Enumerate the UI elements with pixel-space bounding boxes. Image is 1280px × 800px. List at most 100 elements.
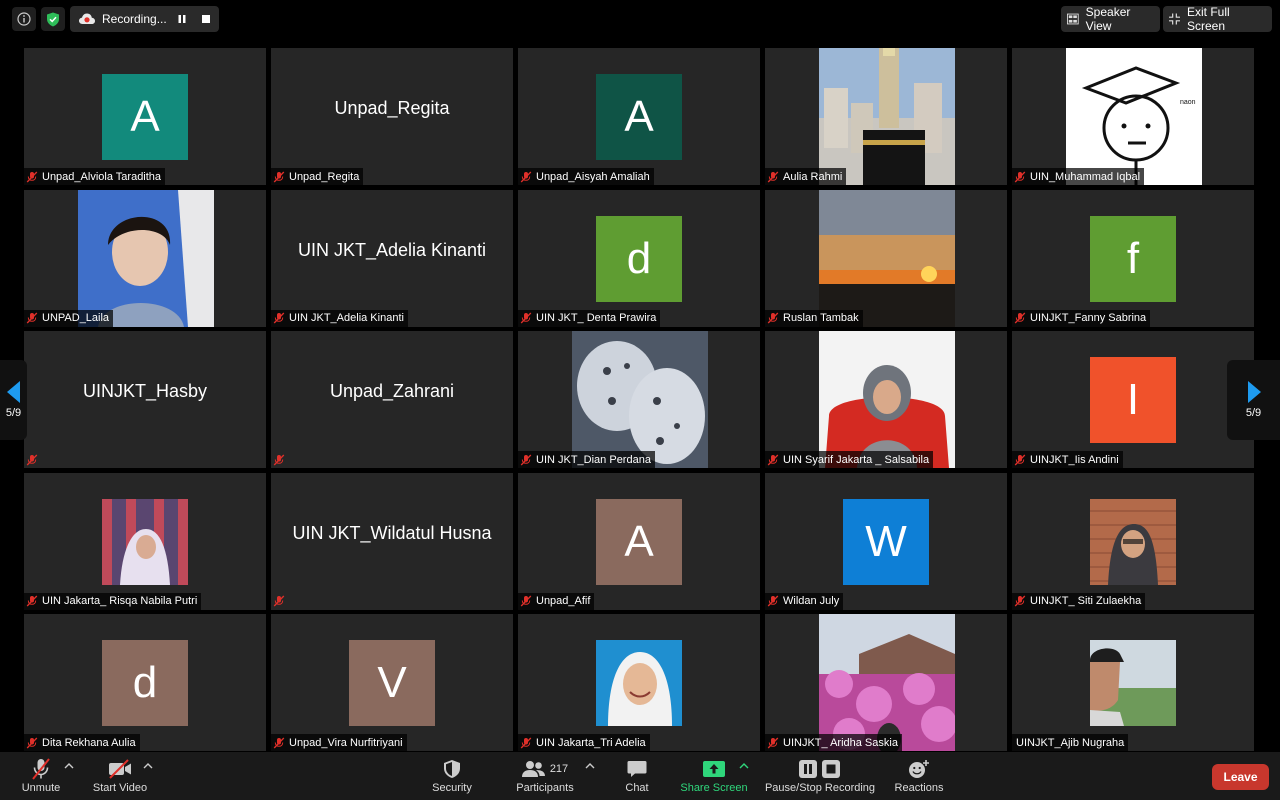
security-button[interactable]: Security — [428, 756, 476, 798]
pause-recording-button[interactable] — [176, 13, 188, 25]
participant-name: UIN JKT_Dian Perdana — [536, 453, 651, 466]
participant-name-label — [271, 593, 293, 610]
security-label: Security — [432, 782, 472, 794]
participant-name-label: Ruslan Tambak — [765, 309, 863, 327]
encryption-shield-button[interactable] — [41, 7, 65, 31]
muted-mic-icon — [26, 312, 38, 324]
participant-name-label: Unpad_Regita — [271, 168, 364, 185]
participant-name-label: Unpad_Aisyah Amaliah — [518, 168, 654, 185]
participant-tile[interactable]: UINJKT_Hasby — [24, 331, 266, 468]
participant-name-label: Unpad_Vira Nurfitriyani — [271, 734, 407, 751]
participant-tile[interactable]: Aulia Rahmi — [765, 48, 1007, 185]
participant-tile[interactable]: UINJKT_Ajib Nugraha — [1012, 614, 1254, 751]
participant-tile[interactable]: UIN Jakarta_Tri Adelia — [518, 614, 760, 751]
participant-name-label: UIN Jakarta_ Risqa Nabila Putri — [24, 592, 202, 610]
reactions-button[interactable]: Reactions — [893, 756, 945, 798]
stop-recording-button[interactable] — [200, 13, 212, 25]
grid-view-icon — [1067, 13, 1079, 25]
participant-tile[interactable]: d Dita Rekhana Aulia — [24, 614, 266, 751]
participant-display-name: UIN JKT_Adelia Kinanti — [297, 239, 487, 260]
participant-tile[interactable]: f UINJKT_Fanny Sabrina — [1012, 189, 1254, 327]
participants-options-caret-icon[interactable] — [585, 762, 595, 770]
participant-tile[interactable]: A Unpad_Alviola Taraditha — [24, 48, 266, 185]
participant-photo — [819, 614, 957, 751]
leave-button[interactable]: Leave — [1212, 764, 1269, 790]
muted-mic-icon — [520, 595, 532, 607]
participant-name: UINJKT_Iis Andini — [1030, 453, 1119, 466]
participant-tile[interactable]: naon UIN_Muhammad Iqbal — [1012, 48, 1254, 185]
participant-tile[interactable]: UINJKT_ Siti Zulaekha — [1012, 472, 1254, 610]
muted-mic-icon — [1014, 454, 1026, 465]
participant-name: Ruslan Tambak — [783, 312, 859, 324]
share-options-caret-icon[interactable] — [739, 762, 749, 770]
participant-name: UIN JKT_ Denta Prawira — [536, 312, 657, 324]
participants-icon — [521, 761, 545, 777]
video-options-caret-icon[interactable] — [143, 762, 153, 770]
participant-tile[interactable]: UIN JKT_Dian Perdana — [518, 331, 760, 468]
participant-avatar: d — [102, 640, 188, 726]
muted-mic-icon — [273, 595, 285, 607]
participant-photo — [1090, 640, 1176, 726]
participant-photo — [819, 331, 955, 468]
participant-name: UINJKT_ Aridha Saskia — [783, 736, 898, 749]
shield-check-icon — [47, 12, 59, 26]
unmute-label: Unmute — [21, 782, 61, 794]
participant-tile[interactable]: UIN Jakarta_ Risqa Nabila Putri — [24, 472, 266, 610]
participant-name: Unpad_Regita — [289, 170, 360, 183]
participant-name-label — [24, 451, 46, 468]
participant-tile[interactable]: A Unpad_Aisyah Amaliah — [518, 48, 760, 185]
share-screen-button[interactable]: Share Screen — [680, 756, 748, 798]
participant-name: Unpad_Vira Nurfitriyani — [289, 736, 403, 749]
participants-button[interactable]: 217 Participants — [513, 756, 577, 798]
participant-name-label: UIN JKT_Adelia Kinanti — [271, 309, 408, 327]
previous-page-button[interactable]: 5/9 — [0, 360, 27, 440]
participant-photo — [572, 331, 708, 468]
info-icon — [17, 12, 31, 26]
chat-label: Chat — [625, 782, 649, 794]
speaker-view-button[interactable]: Speaker View — [1061, 5, 1160, 33]
exit-full-screen-button[interactable]: Exit Full Screen — [1163, 5, 1272, 33]
participant-name-label: UINJKT_ Aridha Saskia — [765, 734, 902, 751]
speaker-view-label: Speaker View — [1085, 5, 1131, 33]
audio-options-caret-icon[interactable] — [64, 762, 74, 770]
start-video-button[interactable]: Start Video — [90, 756, 150, 798]
participant-photo — [819, 48, 955, 185]
participant-name-label: Unpad_Alviola Taraditha — [24, 168, 166, 185]
participant-tile[interactable]: UIN JKT_Wildatul Husna — [271, 472, 513, 610]
smiley-plus-icon — [909, 760, 929, 778]
chat-bubble-icon — [627, 761, 647, 777]
meeting-info-button[interactable] — [12, 7, 36, 31]
pause-stop-recording-button[interactable]: Pause/Stop Recording — [763, 756, 877, 798]
stop-icon — [202, 15, 210, 23]
participant-tile[interactable]: Ruslan Tambak — [765, 189, 1007, 327]
page-indicator-right: 5/9 — [1245, 407, 1262, 419]
unmute-button[interactable]: Unmute — [20, 756, 62, 798]
next-page-button[interactable]: 5/9 — [1227, 360, 1280, 440]
muted-mic-icon — [520, 737, 532, 748]
participant-photo — [78, 189, 214, 327]
participant-tile[interactable]: I UINJKT_Iis Andini — [1012, 331, 1254, 468]
participant-tile[interactable]: Unpad_Zahrani — [271, 331, 513, 468]
participant-name: UINJKT_ Siti Zulaekha — [1030, 595, 1142, 607]
participant-name: UIN JKT_Adelia Kinanti — [289, 312, 404, 324]
participant-tile[interactable]: Unpad_Regita Unpad_Regita — [271, 48, 513, 185]
participant-tile[interactable]: UIN Syarif Jakarta _ Salsabila — [765, 331, 1007, 468]
participant-name: UIN_Muhammad Iqbal — [1030, 170, 1141, 183]
participant-avatar: W — [843, 498, 929, 585]
participant-tile[interactable]: d UIN JKT_ Denta Prawira — [518, 189, 760, 327]
participant-tile[interactable]: V Unpad_Vira Nurfitriyani — [271, 614, 513, 751]
share-screen-icon — [703, 761, 725, 777]
participant-tile[interactable]: W Wildan July — [765, 472, 1007, 610]
participant-tile[interactable]: UINJKT_ Aridha Saskia — [765, 614, 1007, 751]
muted-mic-icon — [767, 737, 779, 748]
participant-tile[interactable]: A Unpad_Afif — [518, 472, 760, 610]
participant-name-label — [271, 451, 293, 468]
start-video-label: Start Video — [92, 782, 148, 794]
participant-tile[interactable]: UNPAD_Laila — [24, 189, 266, 327]
participant-tile[interactable]: UIN JKT_Adelia Kinanti UIN JKT_Adelia Kin… — [271, 189, 513, 327]
muted-mic-icon — [26, 171, 38, 182]
participant-name-label: UIN JKT_ Denta Prawira — [518, 309, 661, 327]
participant-name-label: UNPAD_Laila — [24, 309, 114, 327]
chat-button[interactable]: Chat — [620, 756, 654, 798]
muted-mic-icon — [520, 312, 532, 324]
